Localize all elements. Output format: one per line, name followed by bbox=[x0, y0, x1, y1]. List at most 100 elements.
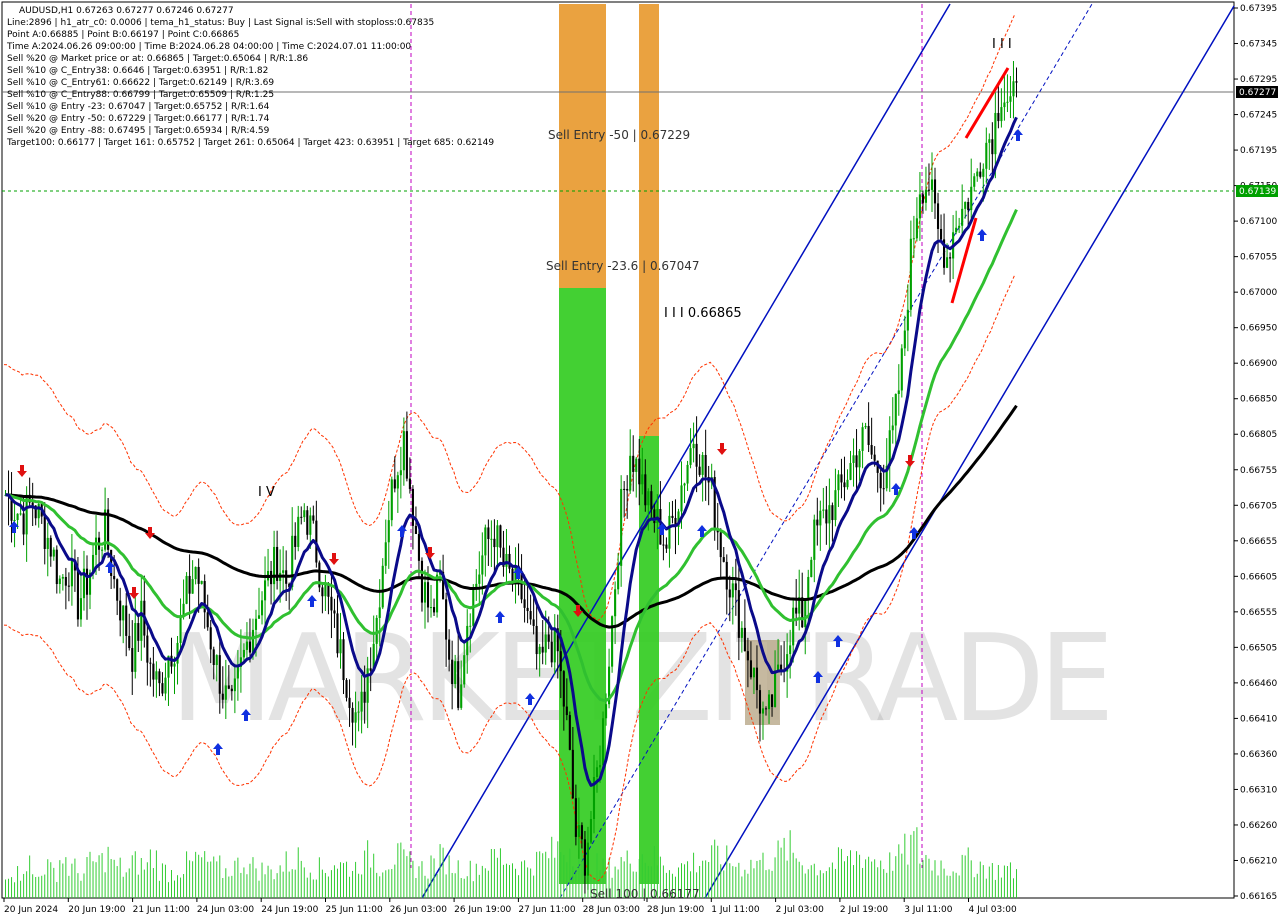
candle-body bbox=[761, 708, 765, 714]
info-line: Sell %10 @ C_Entry61: 0.66622 | Target:0… bbox=[7, 78, 274, 88]
candle-body bbox=[825, 509, 828, 524]
candle-body bbox=[831, 505, 834, 521]
candle-body bbox=[79, 598, 83, 620]
candle-body bbox=[740, 627, 743, 638]
candle-body bbox=[125, 605, 128, 636]
candle-body bbox=[915, 218, 918, 239]
candle-body bbox=[930, 179, 934, 190]
candle-body bbox=[752, 667, 755, 678]
candle-body bbox=[140, 600, 143, 641]
candle-body bbox=[861, 427, 864, 451]
candle-body bbox=[405, 431, 408, 479]
candle-body bbox=[601, 718, 605, 766]
candle-body bbox=[743, 627, 746, 652]
date-tick-label: 25 Jun 11:00 bbox=[326, 905, 383, 915]
candle-body bbox=[282, 570, 285, 573]
candle-body bbox=[780, 664, 783, 670]
candle-body bbox=[227, 685, 230, 689]
date-tick-label: 20 Jun 19:00 bbox=[68, 905, 125, 915]
candle-body bbox=[161, 683, 164, 694]
candle-body bbox=[185, 575, 188, 604]
candle-body bbox=[179, 616, 182, 643]
candle-body bbox=[70, 559, 73, 587]
candle-body bbox=[251, 629, 255, 653]
candle-body bbox=[387, 520, 390, 543]
candle-body bbox=[529, 611, 532, 620]
candle-body bbox=[704, 454, 707, 478]
candle-body bbox=[1012, 81, 1015, 97]
candle-body bbox=[200, 581, 203, 584]
candle-body bbox=[481, 555, 484, 575]
candle-body bbox=[469, 625, 472, 627]
candle-body bbox=[508, 553, 511, 569]
candle-body bbox=[994, 112, 997, 155]
date-tick-label: 28 Jun 03:00 bbox=[583, 905, 640, 915]
candle-body bbox=[55, 549, 58, 585]
candle-body bbox=[879, 472, 882, 489]
price-tick-label: 0.67345 bbox=[1240, 40, 1277, 50]
price-tick-label: 0.67000 bbox=[1240, 288, 1277, 298]
candle-body bbox=[955, 227, 958, 233]
candle-body bbox=[991, 139, 994, 155]
candle-body bbox=[1015, 81, 1018, 83]
candle-body bbox=[369, 668, 372, 671]
candle-body bbox=[897, 390, 900, 394]
date-tick-label: 26 Jun 19:00 bbox=[454, 905, 511, 915]
candle-body bbox=[499, 525, 502, 548]
candle-body bbox=[698, 466, 701, 475]
candle-body bbox=[330, 596, 333, 611]
candle-body bbox=[792, 607, 795, 646]
candle-body bbox=[689, 448, 692, 465]
candle-body bbox=[870, 444, 873, 455]
candle-body bbox=[52, 549, 55, 557]
candle-body bbox=[626, 488, 629, 491]
candle-body bbox=[420, 560, 424, 603]
candle-body bbox=[834, 490, 837, 521]
candle-body bbox=[571, 749, 574, 799]
candle-body bbox=[451, 659, 454, 685]
candle-body bbox=[958, 225, 961, 228]
candle-body bbox=[882, 488, 885, 490]
candle-body bbox=[263, 580, 267, 601]
candle-body bbox=[577, 825, 580, 837]
candle-body bbox=[867, 425, 870, 445]
price-tick-label: 0.66310 bbox=[1240, 785, 1277, 795]
candle-body bbox=[294, 535, 297, 547]
price-tick-label: 0.66210 bbox=[1240, 856, 1277, 866]
candle-body bbox=[212, 649, 215, 666]
candle-body bbox=[541, 646, 544, 653]
date-tick-label: 21 Jun 11:00 bbox=[133, 905, 190, 915]
candle-body bbox=[393, 479, 396, 489]
candle-body bbox=[523, 599, 526, 608]
info-line: Point A:0.66885 | Point B:0.66197 | Poin… bbox=[7, 30, 239, 40]
candle-body bbox=[650, 491, 653, 510]
candle-body bbox=[197, 566, 200, 584]
candle-body bbox=[381, 565, 384, 608]
candle-body bbox=[1009, 96, 1012, 102]
candle-body bbox=[949, 257, 952, 259]
candle-body bbox=[348, 697, 351, 708]
candle-body bbox=[327, 584, 330, 597]
candle-body bbox=[746, 651, 749, 661]
candle-body bbox=[354, 712, 357, 723]
candle-body bbox=[807, 576, 810, 600]
candle-body bbox=[589, 819, 593, 843]
candle-body bbox=[632, 455, 635, 472]
candle-body bbox=[209, 627, 212, 650]
candle-body bbox=[76, 570, 79, 620]
candle-body bbox=[363, 691, 366, 703]
candle-body bbox=[668, 515, 671, 549]
candle-body bbox=[837, 474, 840, 491]
date-tick-label: 26 Jun 03:00 bbox=[390, 905, 447, 915]
date-tick-label: 24 Jun 03:00 bbox=[197, 905, 254, 915]
candle-body bbox=[191, 579, 194, 594]
candle-body bbox=[891, 425, 894, 431]
candle-body bbox=[321, 587, 324, 597]
candle-body bbox=[900, 348, 903, 391]
info-line: AUDUSD,H1 0.67263 0.67277 0.67246 0.6727… bbox=[19, 6, 234, 16]
candle-body bbox=[505, 553, 508, 567]
candle-body bbox=[345, 680, 348, 698]
candle-body bbox=[946, 257, 949, 268]
info-line: Sell %20 @ Entry -88: 0.67495 | Target:0… bbox=[7, 126, 270, 136]
orange-zone-2 bbox=[639, 4, 659, 436]
